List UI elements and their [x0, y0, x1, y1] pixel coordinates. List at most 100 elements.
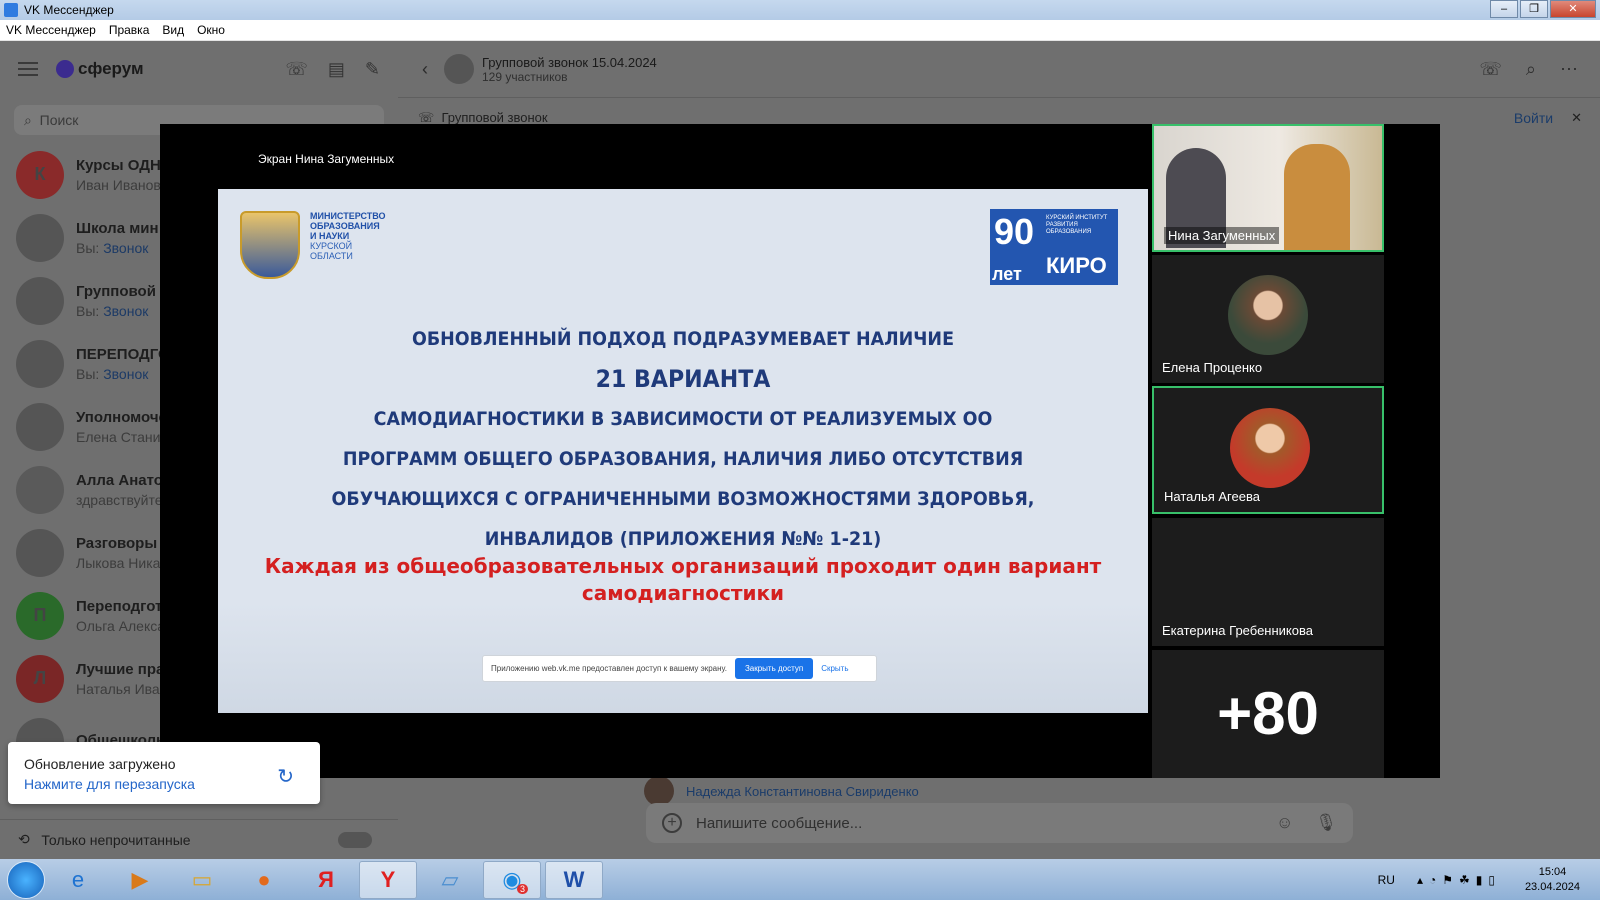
- chat-avatar: Л: [16, 654, 64, 703]
- chat-preview: Иван Иванов: [76, 177, 170, 193]
- more-participants-count[interactable]: +80: [1152, 650, 1384, 778]
- chat-preview-text: Лыкова Ника: [76, 554, 161, 571]
- close-window-button[interactable]: ✕: [1550, 0, 1596, 18]
- coat-of-arms-icon: [240, 211, 300, 279]
- chat-avatar: [16, 213, 64, 262]
- minimize-button[interactable]: ‒: [1490, 0, 1518, 18]
- chat-preview: Вы: Звонок: [76, 366, 170, 382]
- file-explorer-icon[interactable]: ▭: [173, 861, 231, 899]
- slide-line-1: ОБНОВЛЕННЫЙ ПОДХОД ПОДРАЗУМЕВАЕТ НАЛИЧИЕ: [411, 328, 955, 350]
- slide-line-4: ПРОГРАММ ОБЩЕГО ОБРАЗОВАНИЯ, НАЛИЧИЯ ЛИБ…: [342, 448, 1024, 470]
- attach-icon[interactable]: +: [662, 813, 682, 833]
- join-call-button[interactable]: Войти: [1514, 110, 1553, 126]
- notes-icon[interactable]: ▱: [421, 861, 479, 899]
- participant-name: Елена Проценко: [1162, 360, 1263, 375]
- clock[interactable]: 15:04 23.04.2024: [1525, 865, 1580, 895]
- call-bar-label: Групповой звонок: [441, 110, 548, 125]
- chat-avatar: [16, 465, 64, 514]
- compose-icon[interactable]: ✎: [365, 59, 380, 80]
- chat-name: Переподгот: [76, 597, 163, 615]
- participant-tile[interactable]: Нина Загуменных: [1152, 124, 1384, 252]
- yandex-icon[interactable]: Я: [297, 861, 355, 899]
- participant-tile[interactable]: Елена Проценко: [1152, 255, 1384, 383]
- search-placeholder: Поиск: [39, 112, 79, 128]
- menu-icon[interactable]: [18, 62, 38, 76]
- chat-avatar: [16, 402, 64, 451]
- kiro-name: КИРО: [1046, 253, 1107, 278]
- restart-link[interactable]: Нажмите для перезапуска: [24, 776, 304, 792]
- sferum-logo-icon: [56, 60, 74, 78]
- maximize-button[interactable]: ❐: [1520, 0, 1548, 18]
- hide-notice-button[interactable]: Скрыть: [821, 664, 848, 673]
- firefox-icon[interactable]: ●: [235, 861, 293, 899]
- internet-explorer-icon[interactable]: e: [49, 861, 107, 899]
- more-icon[interactable]: ⋯: [1560, 59, 1578, 80]
- participant-name: Наталья Агеева: [1164, 489, 1260, 504]
- phone-icon[interactable]: ☏: [1479, 59, 1502, 80]
- kiro-90: 90: [994, 211, 1035, 252]
- ministry-line-1: МИНИСТЕРСТВО: [310, 211, 386, 221]
- word-icon[interactable]: W: [545, 860, 603, 899]
- update-title: Обновление загружено: [24, 756, 176, 772]
- search-icon[interactable]: ⌕: [1526, 59, 1536, 80]
- language-indicator[interactable]: RU: [1378, 873, 1395, 887]
- media-player-icon[interactable]: ▶: [111, 861, 169, 899]
- kiro-let: лет: [992, 264, 1022, 284]
- menu-item-view[interactable]: Вид: [162, 23, 184, 37]
- slide-body: ОБНОВЛЕННЫЙ ПОДХОД ПОДРАЗУМЕВАЕТ НАЛИЧИЕ…: [218, 319, 1148, 559]
- menu-item-app[interactable]: VK Мессенджер: [6, 23, 96, 37]
- archive-icon[interactable]: ▤: [328, 59, 345, 80]
- chat-preview-text: Ольга Алекса: [76, 617, 166, 634]
- back-icon[interactable]: ‹: [422, 59, 428, 80]
- close-icon[interactable]: ✕: [1571, 110, 1582, 126]
- chat-preview: Елена Стани: [76, 429, 167, 445]
- chat-preview-link: Звонок: [103, 239, 149, 256]
- chat-name: Уполномоче: [76, 408, 167, 426]
- chat-name: ПЕРЕПОДГО: [76, 345, 170, 363]
- chat-name: Разговоры с: [76, 534, 170, 552]
- yandex-browser-icon[interactable]: Y: [359, 860, 417, 899]
- emoji-icon[interactable]: ☺: [1276, 813, 1293, 833]
- window-titlebar: VK Мессенджер ‒ ❐ ✕: [0, 0, 1600, 20]
- slide-highlight-text: Каждая из общеобразовательных организаци…: [264, 554, 1102, 605]
- shared-screen-slide: МИНИСТЕРСТВО ОБРАЗОВАНИЯ И НАУКИ КУРСКОЙ…: [218, 189, 1148, 713]
- reload-icon[interactable]: ↻: [277, 764, 294, 789]
- participant-avatar: [1230, 408, 1310, 488]
- chat-name: Групповой з: [76, 282, 168, 300]
- unread-toggle[interactable]: [338, 831, 372, 848]
- tray-icons[interactable]: ▴◔⚑☘▮▯: [1417, 873, 1501, 887]
- chat-preview-text: Наталья Ива: [76, 680, 160, 697]
- participant-tile[interactable]: Наталья Агеева: [1152, 386, 1384, 514]
- composer-placeholder: Напишите сообщение...: [696, 814, 863, 832]
- chat-preview-text: Вы:: [76, 239, 100, 256]
- chat-preview: Ольга Алекса: [76, 618, 165, 634]
- vk-messenger-taskbar-icon[interactable]: ◉ 3: [483, 860, 541, 899]
- unread-filter[interactable]: ⟲ Только непрочитанные: [0, 819, 398, 859]
- participant-video: [1284, 144, 1350, 250]
- conversation-title: Групповой звонок 15.04.2024: [482, 54, 657, 70]
- share-notice-text: Приложению web.vk.me предоставлен доступ…: [491, 664, 727, 673]
- call-avatar: [444, 54, 474, 84]
- microphone-icon[interactable]: 🎙: [1315, 813, 1337, 833]
- update-notification[interactable]: Обновление загружено Нажмите для перезап…: [8, 742, 320, 804]
- unread-label: Только непрочитанные: [41, 831, 191, 848]
- sender-name[interactable]: Надежда Константиновна Свириденко: [686, 784, 919, 799]
- chat-preview-link: Звонок: [103, 302, 149, 319]
- brand-name: сферум: [78, 59, 144, 78]
- ministry-line-4: КУРСКОЙ: [310, 241, 353, 251]
- participant-name: Нина Загуменных: [1164, 227, 1280, 244]
- ministry-logo: МИНИСТЕРСТВО ОБРАЗОВАНИЯ И НАУКИ КУРСКОЙ…: [240, 211, 386, 279]
- menu-item-edit[interactable]: Правка: [109, 23, 150, 37]
- chat-preview-text: Иван Иванов: [76, 176, 161, 193]
- menu-item-window[interactable]: Окно: [197, 23, 225, 37]
- start-button[interactable]: [7, 860, 45, 899]
- chat-avatar: [16, 339, 64, 388]
- chat-name: Алла Анатол: [76, 471, 173, 489]
- new-call-icon[interactable]: ☏: [285, 59, 308, 80]
- stop-sharing-button[interactable]: Закрыть доступ: [734, 658, 814, 679]
- clock-time: 15:04: [1538, 865, 1567, 878]
- chat-name: Лучшие пра: [76, 660, 165, 678]
- message-composer[interactable]: + Напишите сообщение... ☺ 🎙: [646, 803, 1353, 843]
- participant-name: Екатерина Гребенникова: [1162, 623, 1313, 638]
- participant-tile[interactable]: Екатерина Гребенникова: [1152, 518, 1384, 646]
